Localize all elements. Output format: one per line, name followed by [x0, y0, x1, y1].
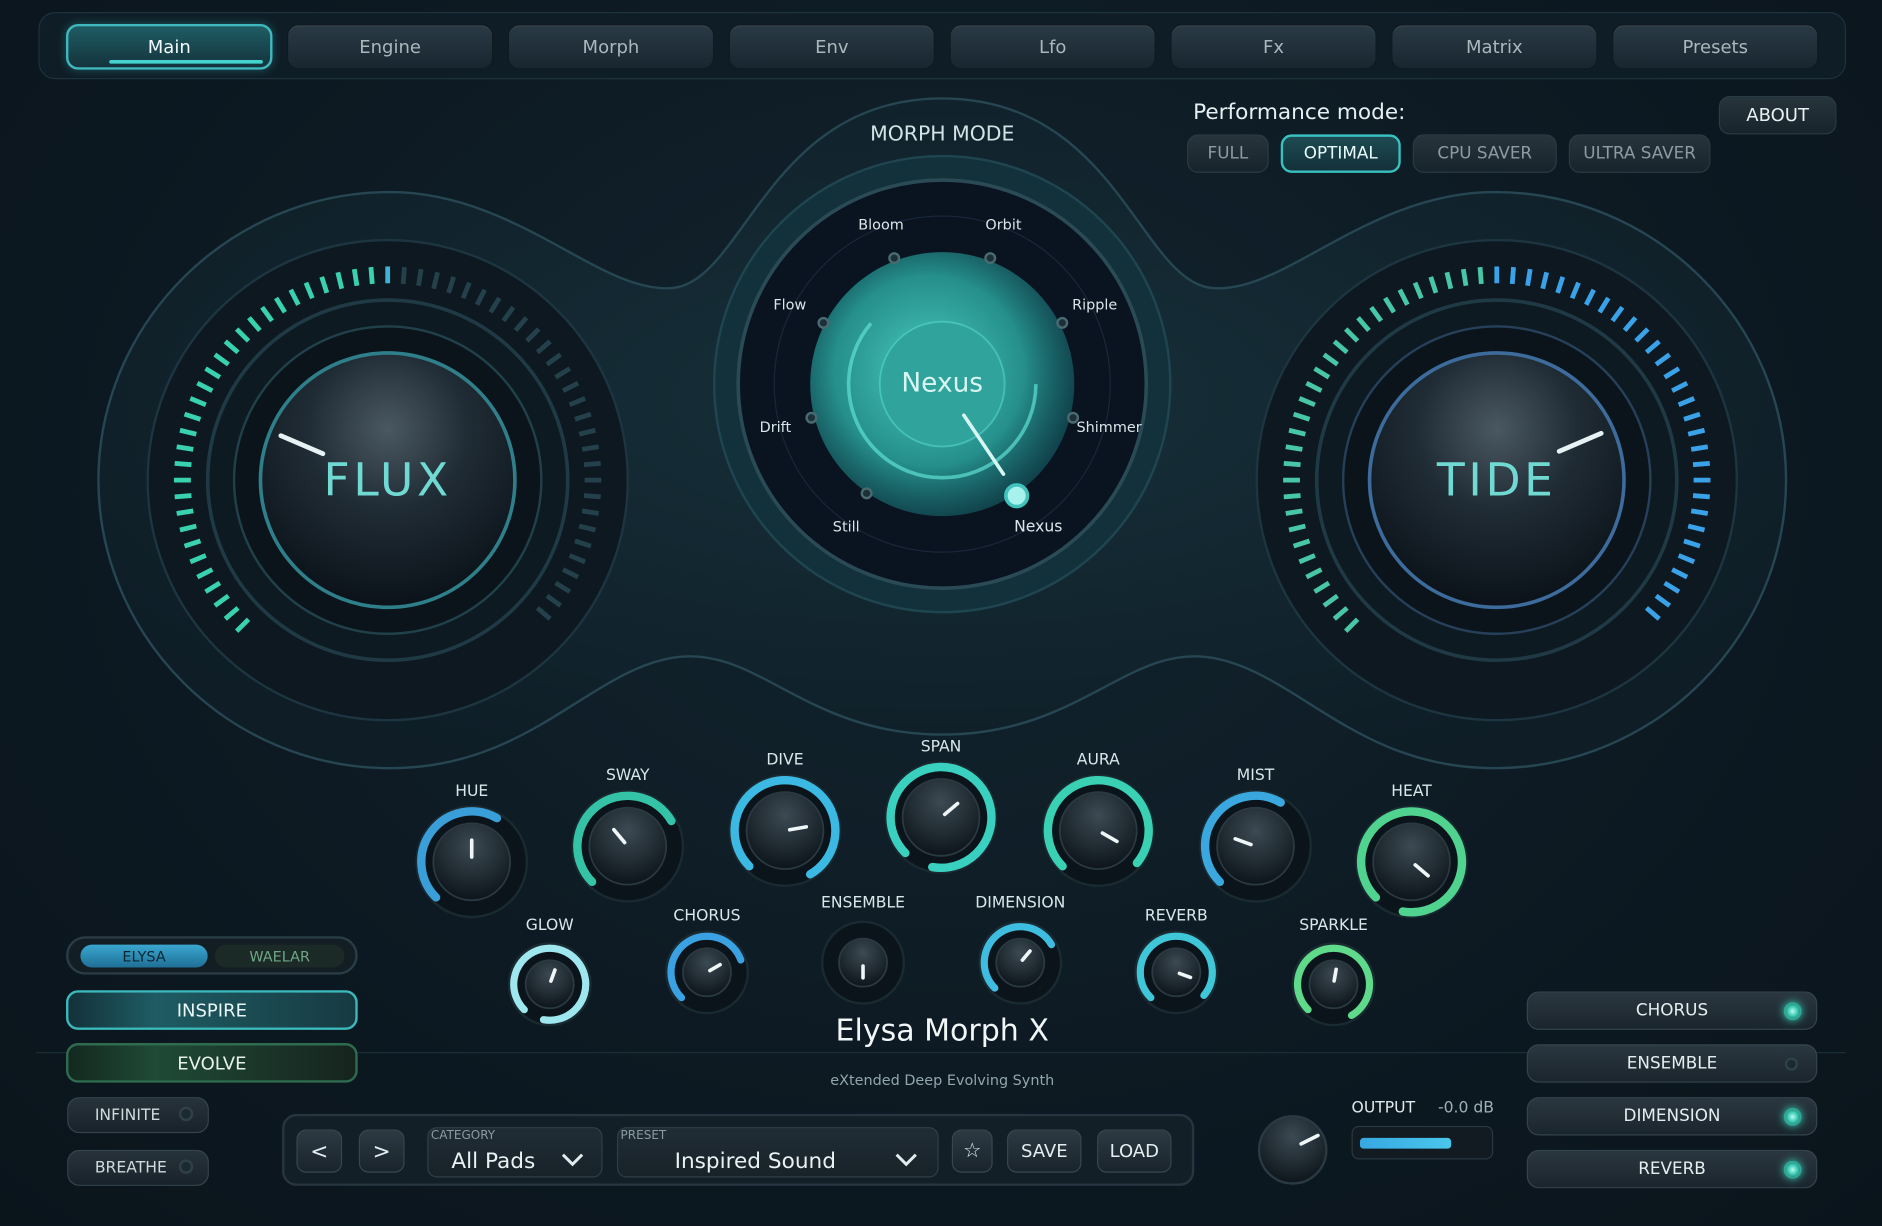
- category-value: All Pads: [451, 1148, 536, 1174]
- heat-knob[interactable]: [1356, 807, 1466, 917]
- preset-chevron-down-icon: [894, 1150, 918, 1167]
- breathe-toggle[interactable]: BREATHE: [67, 1149, 209, 1186]
- reverb-knob[interactable]: [1138, 934, 1215, 1011]
- load-preset-button[interactable]: LOAD: [1097, 1129, 1172, 1173]
- fx-ensemble-button[interactable]: ENSEMBLE: [1526, 1044, 1818, 1083]
- fx-dimension-button[interactable]: DIMENSION: [1526, 1097, 1818, 1136]
- knob-label-sway: SWAY: [606, 766, 650, 785]
- knob-label-dimension: DIMENSION: [975, 894, 1066, 913]
- knob-label-sparkle: SPARKLE: [1299, 917, 1368, 936]
- fx-dimension-led: [1783, 1107, 1802, 1126]
- sparkle-knob[interactable]: [1295, 946, 1372, 1023]
- preset-value: Inspired Sound: [674, 1148, 836, 1174]
- hue-knob[interactable]: [417, 807, 527, 917]
- fx-ensemble-label: ENSEMBLE: [1626, 1053, 1718, 1074]
- category-chevron-down-icon: [561, 1150, 585, 1167]
- fx-dimension-label: DIMENSION: [1623, 1106, 1721, 1126]
- save-preset-button[interactable]: SAVE: [1007, 1129, 1082, 1173]
- fx-reverb-button[interactable]: REVERB: [1526, 1149, 1818, 1189]
- aura-knob[interactable]: [1043, 775, 1153, 885]
- glow-knob[interactable]: [511, 946, 588, 1023]
- fx-chorus-led: [1783, 1002, 1802, 1021]
- category-label: CATEGORY: [430, 1129, 496, 1143]
- knob-label-ensemble: ENSEMBLE: [821, 894, 906, 913]
- next-preset-button[interactable]: >: [358, 1129, 405, 1173]
- knob-label-hue: HUE: [455, 782, 489, 801]
- knob-label-chorus: CHORUS: [673, 907, 741, 926]
- knob-label-dive: DIVE: [766, 751, 804, 770]
- engine-toggle: ELYSA WAELAR: [66, 936, 358, 975]
- output-label: OUTPUT: [1351, 1099, 1416, 1118]
- output-value: -0.0 dB: [1437, 1099, 1494, 1118]
- sway-knob[interactable]: [573, 791, 683, 901]
- breathe-label: BREATHE: [94, 1158, 167, 1177]
- span-knob[interactable]: [886, 762, 996, 872]
- infinite-led: [178, 1106, 194, 1122]
- evolve-button[interactable]: EVOLVE: [66, 1043, 358, 1083]
- preset-label: PRESET: [620, 1129, 667, 1143]
- product-tagline: eXtended Deep Evolving Synth: [830, 1071, 1055, 1089]
- infinite-toggle[interactable]: INFINITE: [67, 1097, 209, 1134]
- output-knob[interactable]: [1259, 1116, 1326, 1183]
- category-dropdown[interactable]: CATEGORY All Pads: [427, 1127, 603, 1178]
- knob-label-glow: GLOW: [525, 917, 574, 936]
- synth-plugin-window: Main Engine Morph Env Lfo Fx Matrix Pres…: [0, 0, 1882, 1226]
- knob-label-heat: HEAT: [1391, 782, 1432, 801]
- fx-reverb-label: REVERB: [1638, 1159, 1706, 1179]
- engine-elysa-option[interactable]: ELYSA: [80, 944, 208, 968]
- knob-label-reverb: REVERB: [1144, 907, 1208, 926]
- knob-label-mist: MIST: [1236, 766, 1275, 785]
- preset-dropdown[interactable]: PRESET Inspired Sound: [616, 1127, 939, 1178]
- knob-label-span: SPAN: [920, 738, 962, 757]
- breathe-led: [178, 1159, 194, 1174]
- mist-knob[interactable]: [1200, 791, 1310, 901]
- engine-waelar-option[interactable]: WAELAR: [214, 944, 345, 968]
- preset-browser: < > CATEGORY All Pads PRESET Inspired So…: [282, 1113, 1195, 1186]
- fx-chorus-label: CHORUS: [1635, 1001, 1709, 1021]
- dimension-knob[interactable]: [982, 924, 1059, 1001]
- favorite-star-icon[interactable]: ☆: [951, 1129, 993, 1173]
- product-name: Elysa Morph X: [835, 1013, 1049, 1048]
- fx-ensemble-led: [1784, 1057, 1799, 1071]
- fx-reverb-led: [1783, 1160, 1802, 1179]
- output-meter-fill: [1359, 1137, 1452, 1149]
- knob-label-aura: AURA: [1076, 751, 1120, 770]
- output-meter: [1351, 1125, 1494, 1160]
- ensemble-knob[interactable]: [825, 924, 902, 1001]
- infinite-label: INFINITE: [94, 1106, 161, 1125]
- chorus-knob[interactable]: [669, 934, 746, 1011]
- prev-preset-button[interactable]: <: [296, 1129, 343, 1173]
- inspire-button[interactable]: INSPIRE: [66, 990, 358, 1030]
- fx-chorus-button[interactable]: CHORUS: [1526, 991, 1818, 1030]
- dive-knob[interactable]: [730, 775, 840, 885]
